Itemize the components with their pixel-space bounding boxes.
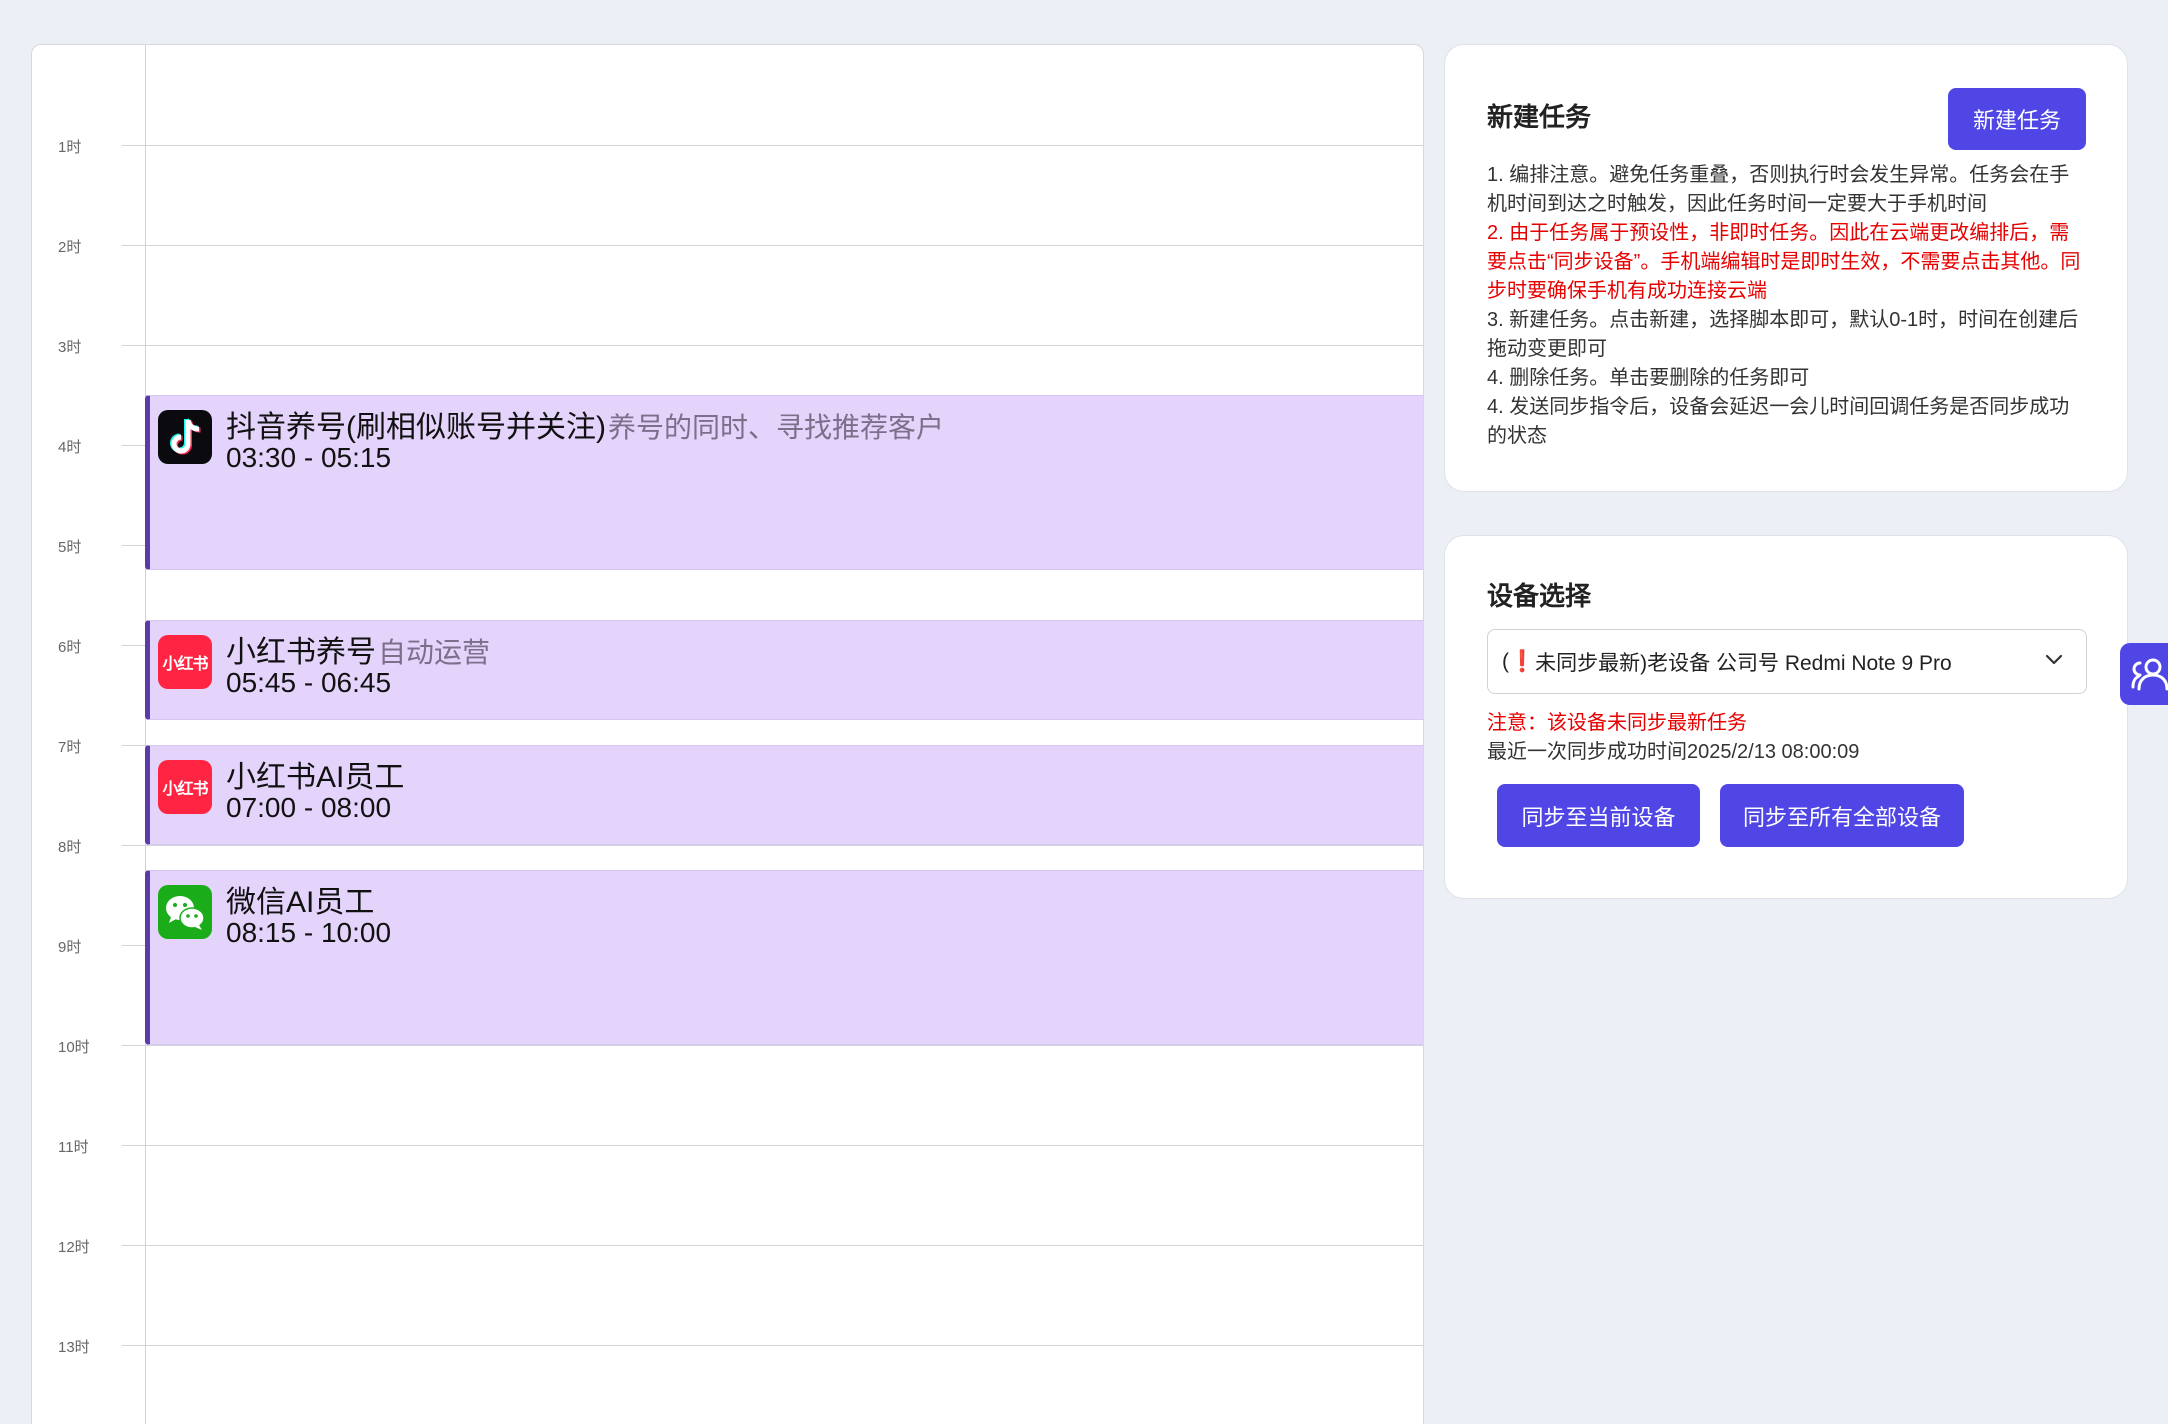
new-task-card: 新建任务 新建任务 1. 编排注意。避免任务重叠，否则执行时会发生异常。任务会在…	[1444, 44, 2128, 492]
event-time: 05:45 - 06:45	[226, 667, 392, 698]
event-title: 小红书AI员工	[226, 761, 405, 794]
instruction-item: 3. 新建任务。点击新建，选择脚本即可，默认0-1时，时间在创建后拖动变更即可	[1487, 309, 2079, 360]
hour-label: 5时	[58, 539, 82, 556]
hour-label: 8时	[58, 839, 82, 856]
hour-gridline	[122, 845, 1423, 846]
time-axis-divider	[145, 45, 146, 1424]
sync-all-devices-button[interactable]: 同步至所有全部设备	[1720, 784, 1964, 847]
instruction-item: 4. 发送同步指令后，设备会延迟一会儿时间回调任务是否同步成功的状态	[1487, 396, 2070, 447]
last-sync-time: 最近一次同步成功时间2025/2/13 08:00:09	[1487, 741, 1860, 763]
users-icon	[2131, 658, 2168, 691]
hour-label: 2时	[58, 239, 82, 256]
event-title: 抖音养号(刷相似账号并关注)	[226, 411, 606, 444]
hour-gridline	[122, 245, 1423, 246]
event-title-row: 小红书养号自动运营	[226, 627, 490, 671]
event-time: 03:30 - 05:15	[226, 442, 392, 473]
sync-warning: 注意：该设备未同步最新任务	[1487, 712, 1747, 734]
hour-gridline	[122, 1045, 1423, 1046]
sync-current-device-button[interactable]: 同步至当前设备	[1497, 784, 1700, 847]
hour-gridline	[122, 345, 1423, 346]
hour-label: 6时	[58, 639, 82, 656]
hour-label: 9时	[58, 939, 82, 956]
device-dropdown-prefix: (	[1502, 649, 1509, 673]
hour-label: 4时	[58, 439, 82, 456]
instruction-item: 1. 编排注意。避免任务重叠，否则执行时会发生异常。任务会在手机时间到达之时触发…	[1487, 164, 2070, 215]
device-select-title: 设备选择	[1487, 581, 1592, 611]
hour-label: 13时	[58, 1339, 90, 1356]
new-task-title: 新建任务	[1487, 102, 1592, 132]
event-time: 08:15 - 10:00	[226, 917, 392, 948]
event-description: 养号的同时、寻找推荐客户	[607, 412, 944, 443]
xiaohongshu-icon: 小红书	[158, 760, 212, 814]
new-task-button[interactable]: 新建任务	[1948, 88, 2086, 150]
event-description: 自动运营	[378, 637, 491, 668]
instruction-item: 4. 删除任务。单击要删除的任务即可	[1487, 367, 1810, 389]
device-dropdown[interactable]: (❗ 未同步最新)老设备 公司号 Redmi Note 9 Pro	[1487, 629, 2087, 694]
instructions: 1. 编排注意。避免任务重叠，否则执行时会发生异常。任务会在手机时间到达之时触发…	[1487, 161, 2087, 451]
exclamation-icon: ❗	[1509, 649, 1536, 673]
event-title-row: 抖音养号(刷相似账号并关注)养号的同时、寻找推荐客户	[226, 402, 944, 446]
event-title: 小红书养号	[226, 636, 376, 669]
hour-label: 3时	[58, 339, 82, 356]
task-event-wechat-ai[interactable]: 微信AI员工 08:15 - 10:00	[145, 870, 1423, 1045]
wechat-icon	[158, 885, 212, 939]
hour-label: 1时	[58, 139, 82, 156]
hour-label: 12时	[58, 1239, 90, 1256]
event-time: 07:00 - 08:00	[226, 792, 392, 823]
instruction-item-warning: 2. 由于任务属于预设性，非即时任务。因此在云端更改编排后，需要点击“同步设备”…	[1487, 222, 2081, 302]
hour-label: 7时	[58, 739, 82, 756]
task-event-xiaohongshu-ai[interactable]: 小红书 小红书AI员工 07:00 - 08:00	[145, 745, 1423, 845]
hour-gridline	[122, 1245, 1423, 1246]
chevron-down-icon	[2045, 654, 2063, 665]
task-event-douyin[interactable]: 抖音养号(刷相似账号并关注)养号的同时、寻找推荐客户 03:30 - 05:15	[145, 395, 1423, 570]
device-select-card: 设备选择 (❗ 未同步最新)老设备 公司号 Redmi Note 9 Pro 注意…	[1444, 535, 2128, 899]
douyin-icon	[158, 410, 212, 464]
schedule-calendar: 1时 2时 3时 4时 5时 6时 7时 8时 9时 10时 11时 12时 1…	[31, 44, 1424, 1424]
hour-label: 10时	[58, 1039, 90, 1056]
task-event-xiaohongshu[interactable]: 小红书 小红书养号自动运营 05:45 - 06:45	[145, 620, 1423, 720]
xiaohongshu-icon: 小红书	[158, 635, 212, 689]
hour-gridline	[122, 1345, 1423, 1346]
event-title: 微信AI员工	[226, 886, 375, 919]
hour-label: 11时	[58, 1139, 89, 1156]
hour-gridline	[122, 145, 1423, 146]
device-dropdown-value: 未同步最新)老设备 公司号 Redmi Note 9 Pro	[1535, 651, 1952, 675]
contacts-float-button[interactable]	[2120, 643, 2168, 705]
hour-gridline	[122, 1145, 1423, 1146]
